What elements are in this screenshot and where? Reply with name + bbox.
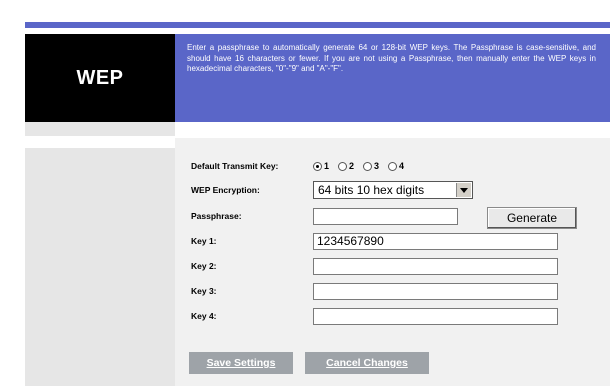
- key-1-row: Key 1: 1234567890: [175, 231, 610, 251]
- key-1-label: Key 1:: [191, 236, 217, 246]
- radio-4[interactable]: [388, 161, 398, 171]
- key-3-row: Key 3:: [175, 281, 610, 301]
- wep-form: Default Transmit Key: 1 2 3 4 WEP Encryp…: [175, 138, 610, 386]
- default-tx-key-radio-group: 1 2 3 4: [313, 161, 404, 171]
- cancel-changes-button[interactable]: Cancel Changes: [305, 352, 429, 374]
- default-tx-key-row: Default Transmit Key: 1 2 3 4: [175, 156, 610, 176]
- key-3-input[interactable]: [313, 282, 558, 300]
- top-band: [25, 0, 610, 22]
- key-2-input[interactable]: [313, 257, 558, 275]
- key-2-row: Key 2:: [175, 256, 610, 276]
- key-2-label: Key 2:: [191, 261, 217, 271]
- help-text: Enter a passphrase to automatically gene…: [187, 43, 596, 73]
- save-settings-button[interactable]: Save Settings: [189, 352, 293, 374]
- key-1-input[interactable]: 1234567890: [313, 232, 558, 250]
- wep-encryption-value: 64 bits 10 hex digits: [318, 183, 425, 197]
- passphrase-input[interactable]: [313, 207, 458, 225]
- key-3-label: Key 3:: [191, 286, 217, 296]
- left-column-divider: [25, 136, 175, 148]
- wep-encryption-select[interactable]: 64 bits 10 hex digits: [313, 181, 473, 199]
- dropdown-arrow-icon[interactable]: [456, 183, 471, 197]
- tx-key-option-4-label: 4: [399, 161, 405, 171]
- radio-1[interactable]: [313, 161, 322, 171]
- passphrase-label: Passphrase:: [191, 211, 242, 221]
- tx-key-option-4[interactable]: 4: [388, 161, 404, 171]
- wep-encryption-row: WEP Encryption: 64 bits 10 hex digits: [175, 180, 610, 200]
- key-4-row: Key 4:: [175, 306, 610, 326]
- default-tx-key-label: Default Transmit Key:: [191, 161, 279, 171]
- help-text-block: Enter a passphrase to automatically gene…: [175, 34, 610, 122]
- generate-button[interactable]: Generate: [487, 207, 577, 229]
- key-4-input[interactable]: [313, 307, 558, 325]
- key-4-label: Key 4:: [191, 311, 217, 321]
- tx-key-option-2[interactable]: 2: [338, 161, 354, 171]
- radio-2[interactable]: [338, 161, 348, 171]
- section-title: WEP: [76, 66, 124, 89]
- tx-key-option-1[interactable]: 1: [313, 161, 329, 171]
- tx-key-option-3[interactable]: 3: [363, 161, 379, 171]
- tx-key-option-1-label: 1: [324, 161, 330, 171]
- section-title-block: WEP: [25, 34, 175, 122]
- left-column: [25, 122, 175, 386]
- tx-key-option-2-label: 2: [349, 161, 355, 171]
- tx-key-option-3-label: 3: [374, 161, 380, 171]
- wep-encryption-label: WEP Encryption:: [191, 185, 260, 195]
- radio-3[interactable]: [363, 161, 373, 171]
